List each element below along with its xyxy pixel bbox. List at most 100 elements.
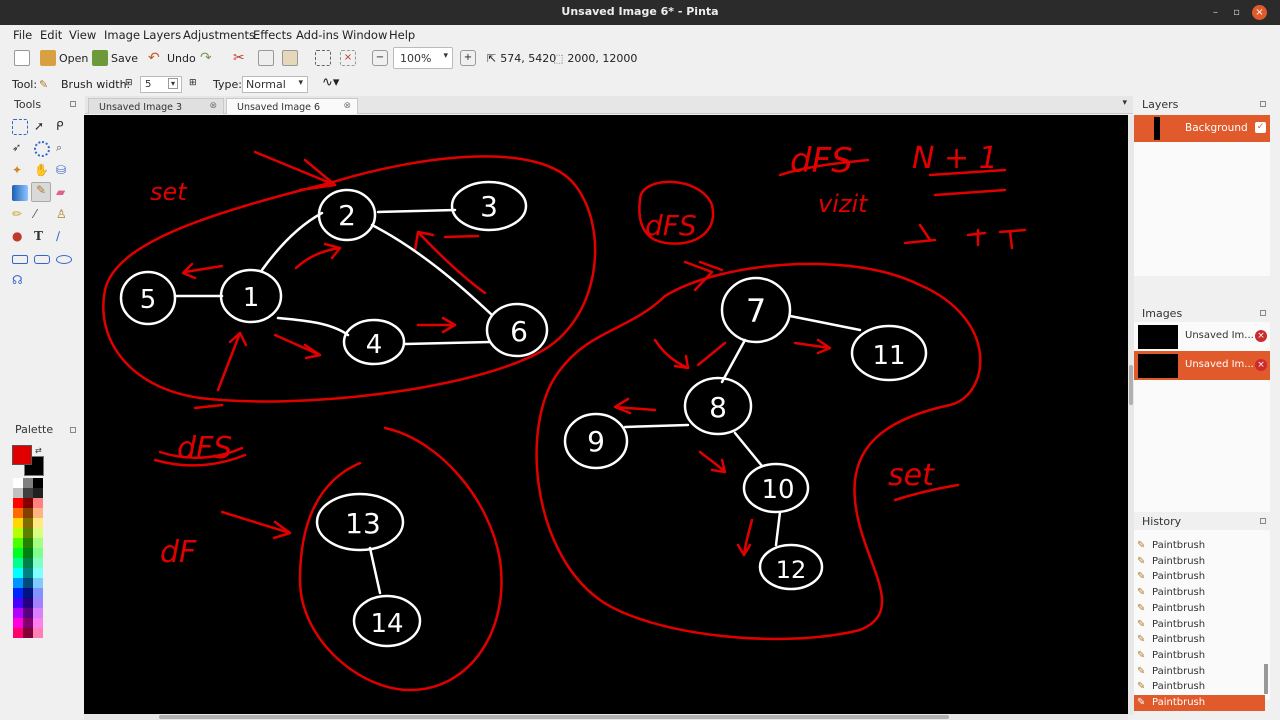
text-tool[interactable]: T [34, 229, 50, 245]
history-item[interactable]: ✎ Paintbrush [1134, 648, 1265, 664]
palette-swatch[interactable] [13, 568, 23, 578]
paint-bucket-tool[interactable]: ⛁ [56, 163, 72, 179]
images-panel-dock-icon[interactable] [1260, 310, 1266, 316]
tabs-overflow-icon[interactable]: ▾ [1122, 98, 1127, 108]
cut-button[interactable]: ✂ [233, 48, 252, 68]
palette-swatch[interactable] [33, 548, 43, 558]
palette-swatch[interactable] [33, 518, 43, 528]
menu-window[interactable]: Window [342, 28, 387, 42]
palette-swatch[interactable] [33, 618, 43, 628]
palette-swatch[interactable] [23, 588, 33, 598]
palette-swatch[interactable] [23, 498, 33, 508]
palette-swatch[interactable] [33, 578, 43, 588]
palette-swatch[interactable] [13, 488, 23, 498]
palette-swatch[interactable] [33, 508, 43, 518]
palette-swatch[interactable] [13, 538, 23, 548]
gradient-tool[interactable] [12, 185, 28, 201]
swap-colors-icon[interactable]: ⇄ [35, 446, 42, 455]
rectangle-tool[interactable] [12, 255, 28, 264]
menu-file[interactable]: File [13, 28, 32, 42]
type-select[interactable]: Normal ▾ [242, 76, 308, 93]
palette-swatch[interactable] [33, 588, 43, 598]
palette-swatch[interactable] [23, 568, 33, 578]
brush-width-input[interactable]: 5 ▾ [140, 76, 182, 93]
scrollbar-thumb[interactable] [159, 715, 949, 719]
zoom-in-button[interactable]: + [460, 48, 479, 68]
magic-wand-tool[interactable]: ✦ [12, 163, 28, 179]
eraser-tool[interactable]: ▰ [56, 185, 72, 201]
move-selection-tool[interactable]: ➶ [12, 141, 28, 157]
history-item[interactable]: ✎ Paintbrush [1134, 554, 1265, 570]
crop-button[interactable] [315, 48, 334, 68]
palette-swatch[interactable] [33, 528, 43, 538]
menu-help[interactable]: Help [389, 28, 415, 42]
brush-width-decrease-button[interactable]: ⊟ [125, 78, 133, 88]
palette-swatch[interactable] [33, 628, 43, 638]
image-row-selected[interactable]: Unsaved Im... × [1134, 351, 1270, 380]
palette-swatch[interactable] [23, 598, 33, 608]
menu-image[interactable]: Image [104, 28, 140, 42]
palette-swatch[interactable] [33, 558, 43, 568]
tab-unsaved-image-6[interactable]: Unsaved Image 6 ⊗ [226, 98, 358, 114]
menu-layers[interactable]: Layers [143, 28, 181, 42]
palette-swatch[interactable] [23, 538, 33, 548]
ellipse-select-tool[interactable] [34, 141, 50, 157]
rounded-rectangle-tool[interactable] [34, 255, 50, 264]
paintbrush-tool[interactable]: ✎ [31, 182, 51, 202]
scrollbar-thumb[interactable] [1129, 365, 1133, 405]
palette-swatch[interactable] [23, 488, 33, 498]
palette-swatch[interactable] [33, 608, 43, 618]
palette-swatch[interactable] [33, 598, 43, 608]
close-image-icon[interactable]: × [1255, 330, 1267, 342]
chevron-down-icon[interactable]: ▾ [167, 78, 178, 89]
palette-swatch[interactable] [13, 578, 23, 588]
palette-swatch[interactable] [13, 518, 23, 528]
layer-row-background[interactable]: Background ✓ [1134, 115, 1270, 142]
history-item[interactable]: ✎ Paintbrush [1134, 664, 1265, 680]
palette-swatch[interactable] [13, 628, 23, 638]
menu-view[interactable]: View [69, 28, 96, 42]
palette-swatch[interactable] [13, 598, 23, 608]
tab-unsaved-image-3[interactable]: Unsaved Image 3 ⊗ [88, 98, 224, 114]
palette-swatch[interactable] [13, 498, 23, 508]
clone-stamp-tool[interactable]: ♙ [56, 207, 72, 223]
save-button[interactable]: Save [92, 48, 138, 68]
palette-swatch[interactable] [23, 608, 33, 618]
primary-color-swatch[interactable] [12, 445, 32, 465]
ellipse-tool[interactable] [56, 255, 72, 264]
horizontal-scrollbar[interactable] [84, 714, 1128, 720]
palette-swatch[interactable] [23, 508, 33, 518]
history-item[interactable]: ✎ Paintbrush [1134, 695, 1265, 711]
palette-swatch[interactable] [23, 558, 33, 568]
freeform-shape-tool[interactable]: ☊ [12, 273, 28, 289]
recolor-tool[interactable]: ● [12, 229, 28, 245]
history-item[interactable]: ✎ Paintbrush [1134, 632, 1265, 648]
pencil-tool[interactable]: ✏ [12, 207, 28, 223]
new-button[interactable] [14, 48, 33, 68]
lasso-tool[interactable]: ᑭ [56, 119, 72, 135]
zoom-tool[interactable]: ⌕ [56, 141, 72, 157]
history-item[interactable]: ✎ Paintbrush [1134, 569, 1265, 585]
undo-button[interactable]: ↶ Undo [148, 48, 196, 68]
palette-swatch[interactable] [13, 528, 23, 538]
palette-swatch[interactable] [23, 478, 33, 488]
palette-swatch[interactable] [13, 508, 23, 518]
zoom-select[interactable]: 100% ▾ [393, 47, 453, 69]
history-item[interactable]: ✎ Paintbrush [1134, 585, 1265, 601]
drawing-canvas[interactable]: set dFS dFS dFS N + 1 vizit dF set 1 2 3… [84, 115, 1128, 715]
deselect-button[interactable]: × [340, 48, 359, 68]
move-selected-tool[interactable]: ➚ [34, 119, 50, 135]
history-item[interactable]: ✎ Paintbrush [1134, 679, 1265, 695]
palette-swatch[interactable] [33, 488, 43, 498]
palette-panel-dock-icon[interactable] [70, 427, 76, 433]
palette-swatch[interactable] [13, 548, 23, 558]
palette-swatch[interactable] [33, 478, 43, 488]
open-button[interactable]: Open [40, 48, 88, 68]
palette-swatch[interactable] [13, 608, 23, 618]
layer-visible-checkbox[interactable]: ✓ [1255, 122, 1266, 133]
layers-panel-dock-icon[interactable] [1260, 101, 1266, 107]
history-item[interactable]: ✎ Paintbrush [1134, 538, 1265, 554]
menu-adjustments[interactable]: Adjustments [183, 28, 255, 42]
palette-swatch[interactable] [23, 618, 33, 628]
image-row[interactable]: Unsaved Im... × [1134, 322, 1270, 351]
